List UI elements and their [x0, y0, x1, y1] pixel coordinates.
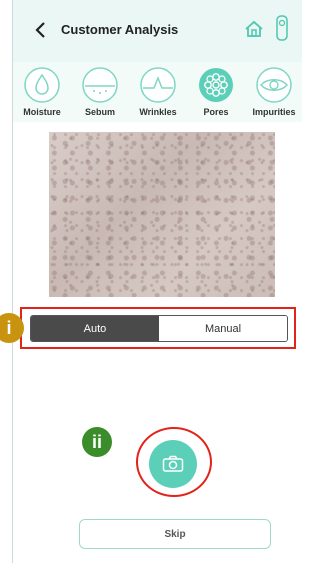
sebum-icon	[82, 67, 118, 103]
tab-label: Impurities	[252, 107, 296, 117]
impurities-icon	[256, 67, 292, 103]
device-icon[interactable]	[275, 15, 289, 41]
page-title: Customer Analysis	[61, 22, 179, 37]
tab-sebum[interactable]: Sebum	[71, 62, 129, 122]
skip-button[interactable]: Skip	[79, 519, 271, 549]
tab-label: Sebum	[84, 107, 115, 117]
wrinkles-icon	[140, 67, 176, 103]
tab-label: Moisture	[23, 107, 61, 117]
tab-label: Wrinkles	[139, 107, 177, 117]
tab-label: Pores	[203, 107, 229, 117]
pores-icon	[199, 68, 233, 102]
home-icon[interactable]	[243, 18, 265, 40]
tab-impurities[interactable]: Impurities	[245, 62, 302, 122]
manual-option[interactable]: Manual	[159, 316, 287, 341]
mode-toggle: Auto Manual	[30, 315, 288, 342]
camera-icon	[162, 455, 184, 472]
header-bar: Customer Analysis	[13, 0, 302, 62]
capture-button[interactable]	[149, 440, 197, 488]
analysis-tabs: Moisture Sebum Wrinkles Pores Impurities	[13, 62, 302, 122]
tab-wrinkles[interactable]: Wrinkles	[129, 62, 187, 122]
skin-image	[49, 132, 275, 297]
water-drop-icon	[24, 67, 60, 103]
tab-moisture[interactable]: Moisture	[13, 62, 71, 122]
auto-option[interactable]: Auto	[31, 316, 159, 341]
back-arrow-icon[interactable]	[29, 18, 53, 42]
annotation-badge-ii: ii	[82, 427, 112, 457]
mode-toggle-highlight: Auto Manual	[20, 307, 296, 349]
tab-pores[interactable]: Pores	[187, 62, 245, 122]
app-screen: Customer Analysis Moisture Sebum Wrinkle…	[12, 0, 302, 563]
